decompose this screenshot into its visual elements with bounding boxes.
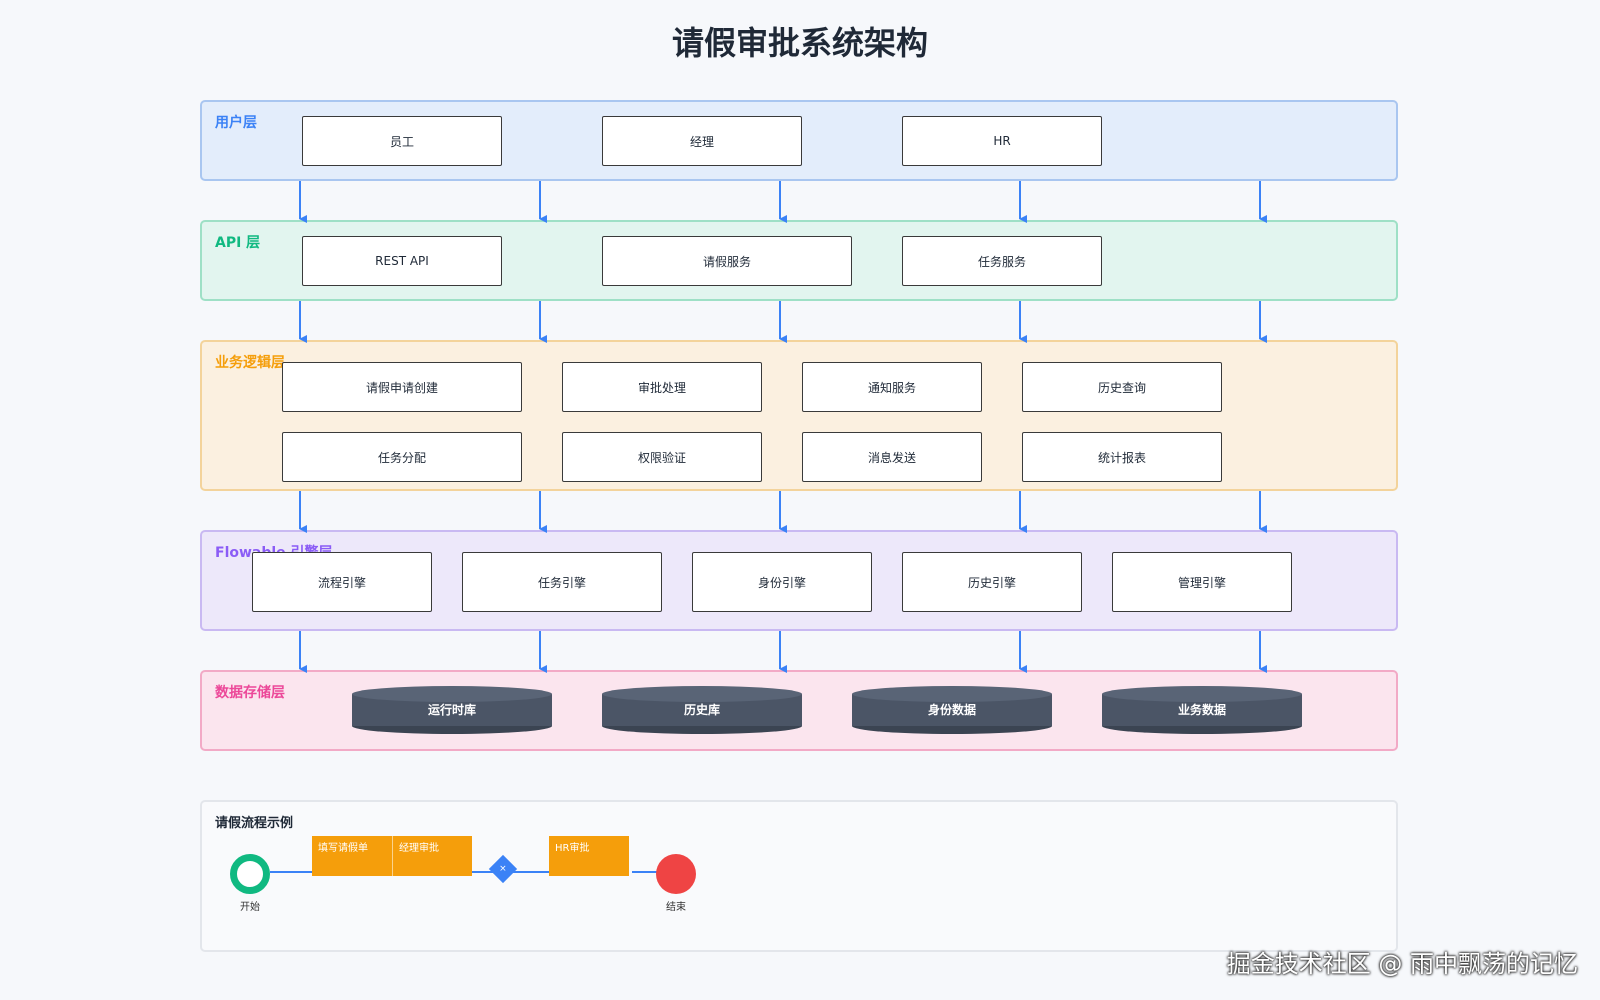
flow-end-label: 结束: [666, 902, 686, 913]
watermark: 掘金技术社区 @ 雨中飘荡的记忆: [1226, 950, 1578, 978]
flow-task-fill-form[interactable]: 填写请假单: [312, 836, 392, 876]
flow-start-label: 开始: [240, 902, 260, 913]
flow-lines: [270, 868, 673, 876]
flow-task-manager-approval[interactable]: 经理审批: [392, 836, 472, 876]
flow-example-panel: 请假流程示例 开始 填写请假单 经理审批 × HR审批 结束: [200, 800, 1398, 952]
flow-end-event[interactable]: [656, 854, 696, 894]
gateway-symbol: ×: [499, 863, 507, 874]
flow-start-event[interactable]: [230, 854, 270, 894]
flow-task-hr-approval[interactable]: HR审批: [549, 836, 629, 876]
